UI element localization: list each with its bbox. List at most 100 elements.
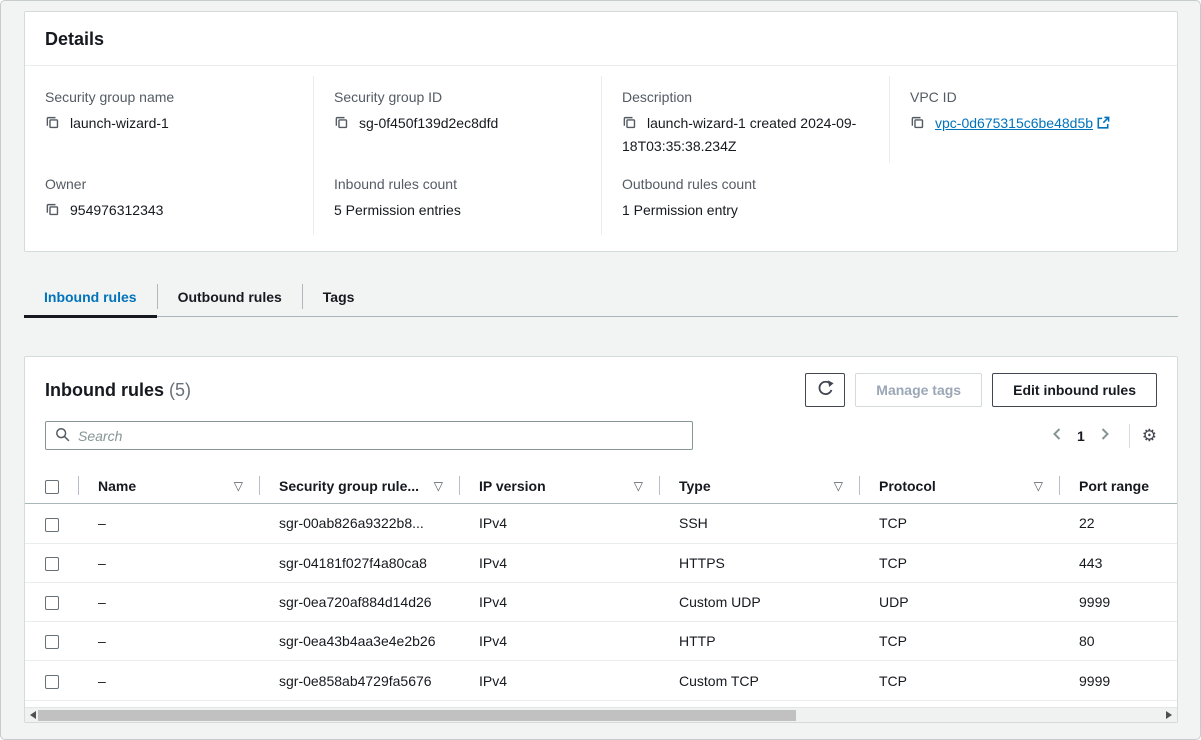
tab-bar: Inbound rules Outbound rules Tags <box>24 277 1178 317</box>
field-label: Security group name <box>45 89 289 105</box>
cell-port-range: 9999 <box>1059 582 1177 621</box>
inbound-rules-count-value: 5 Permission entries <box>334 200 577 221</box>
field-label: Outbound rules count <box>622 176 865 192</box>
details-body: Security group name launch-wizard-1 Secu… <box>25 66 1177 251</box>
external-link-icon[interactable] <box>1096 115 1110 136</box>
field-security-group-name: Security group name launch-wizard-1 <box>25 76 313 163</box>
cell-ip-version: IPv4 <box>459 622 659 661</box>
field-label: Description <box>622 89 865 105</box>
cell-ip-version: IPv4 <box>459 582 659 621</box>
cell-rule-id: sgr-00ab826a9322b8... <box>259 504 459 543</box>
details-row-1: Security group name launch-wizard-1 Secu… <box>25 76 1177 163</box>
search-icon <box>55 427 70 445</box>
refresh-button[interactable] <box>805 373 845 407</box>
table-header-row: Name▽ Security group rule...▽ IP version… <box>25 468 1177 504</box>
tab-tags[interactable]: Tags <box>303 277 375 316</box>
current-page-number[interactable]: 1 <box>1077 428 1085 444</box>
copy-icon[interactable] <box>910 115 925 136</box>
tab-inbound-rules[interactable]: Inbound rules <box>24 277 157 316</box>
field-owner: Owner 954976312343 <box>25 163 313 235</box>
refresh-icon <box>817 380 834 400</box>
panel-title: Inbound rules (5) <box>45 380 191 401</box>
filter-icon[interactable]: ▽ <box>234 480 243 492</box>
pagination-divider <box>1129 424 1130 448</box>
cell-port-range: 22 <box>1059 504 1177 543</box>
cell-name: – <box>78 504 259 543</box>
field-vpc-id: VPC ID vpc-0d675315c6be48d5b <box>889 76 1177 163</box>
description-value: launch-wizard-1 created 2024-09-18T03:35… <box>622 115 856 154</box>
cell-protocol: UDP <box>859 582 1059 621</box>
cell-port-range: 9999 <box>1059 661 1177 700</box>
copy-icon[interactable] <box>45 202 60 223</box>
cell-ip-version: IPv4 <box>459 543 659 582</box>
column-header-protocol: Protocol <box>879 478 936 494</box>
select-all-checkbox[interactable] <box>45 480 59 494</box>
next-page-button[interactable] <box>1093 423 1117 448</box>
tab-outbound-rules[interactable]: Outbound rules <box>158 277 302 316</box>
details-title: Details <box>25 12 1177 66</box>
cell-type: Custom UDP <box>659 582 859 621</box>
pagination: 1 ⚙ <box>1045 423 1157 448</box>
field-label: VPC ID <box>910 89 1153 105</box>
chevron-left-icon <box>1051 427 1063 444</box>
cell-rule-id: sgr-04181f027f4a80ca8 <box>259 543 459 582</box>
filter-icon[interactable]: ▽ <box>434 480 443 492</box>
manage-tags-button[interactable]: Manage tags <box>855 373 982 407</box>
cell-ip-version: IPv4 <box>459 661 659 700</box>
scroll-right-arrow-icon[interactable] <box>1162 708 1176 722</box>
row-checkbox[interactable] <box>45 635 59 649</box>
security-group-name-value: launch-wizard-1 <box>70 115 169 131</box>
cell-protocol: TCP <box>859 543 1059 582</box>
search-box[interactable] <box>45 421 693 450</box>
edit-inbound-rules-button[interactable]: Edit inbound rules <box>992 373 1157 407</box>
table-row: – sgr-0ea43b4aa3e4e2b26 IPv4 HTTP TCP 80 <box>25 622 1177 661</box>
search-input[interactable] <box>78 428 683 444</box>
cell-port-range: 80 <box>1059 622 1177 661</box>
scrollbar-thumb[interactable] <box>38 710 796 721</box>
rule-count-badge: (5) <box>169 380 191 400</box>
filter-icon[interactable]: ▽ <box>1034 480 1043 492</box>
owner-value: 954976312343 <box>70 202 163 218</box>
security-group-details-page: Details Security group name launch-wizar… <box>0 0 1201 740</box>
copy-icon[interactable] <box>334 115 349 136</box>
column-header-type: Type <box>679 478 711 494</box>
cell-ip-version: IPv4 <box>459 504 659 543</box>
cell-type: HTTP <box>659 622 859 661</box>
column-header-port-range: Port range <box>1079 478 1149 494</box>
outbound-rules-count-value: 1 Permission entry <box>622 200 865 221</box>
copy-icon[interactable] <box>622 115 637 136</box>
row-checkbox[interactable] <box>45 675 59 689</box>
vpc-id-link[interactable]: vpc-0d675315c6be48d5b <box>935 115 1093 131</box>
rules-table: Name▽ Security group rule...▽ IP version… <box>25 468 1177 701</box>
security-group-id-value: sg-0f450f139d2ec8dfd <box>359 115 498 131</box>
rules-table-wrap: Name▽ Security group rule...▽ IP version… <box>25 468 1177 701</box>
filter-icon[interactable]: ▽ <box>834 480 843 492</box>
row-checkbox[interactable] <box>45 596 59 610</box>
cell-rule-id: sgr-0e858ab4729fa5676 <box>259 661 459 700</box>
cell-name: – <box>78 582 259 621</box>
horizontal-scrollbar[interactable] <box>25 707 1177 722</box>
cell-type: HTTPS <box>659 543 859 582</box>
copy-icon[interactable] <box>45 115 60 136</box>
field-description: Description launch-wizard-1 created 2024… <box>601 76 889 163</box>
filter-icon[interactable]: ▽ <box>634 480 643 492</box>
row-checkbox[interactable] <box>45 557 59 571</box>
panel-header: Inbound rules (5) Manage tags Edit inbou… <box>25 357 1177 415</box>
row-checkbox[interactable] <box>45 518 59 532</box>
field-label: Security group ID <box>334 89 577 105</box>
column-header-rule-id: Security group rule... <box>279 478 419 494</box>
field-label: Owner <box>45 176 289 192</box>
gear-icon[interactable]: ⚙ <box>1142 427 1157 444</box>
cell-name: – <box>78 622 259 661</box>
table-row: – sgr-0e858ab4729fa5676 IPv4 Custom TCP … <box>25 661 1177 700</box>
panel-actions: Manage tags Edit inbound rules <box>805 373 1157 407</box>
field-outbound-rules-count: Outbound rules count 1 Permission entry <box>601 163 889 235</box>
field-inbound-rules-count: Inbound rules count 5 Permission entries <box>313 163 601 235</box>
previous-page-button[interactable] <box>1045 423 1069 448</box>
cell-protocol: TCP <box>859 622 1059 661</box>
details-card: Details Security group name launch-wizar… <box>24 11 1178 252</box>
cell-type: Custom TCP <box>659 661 859 700</box>
field-security-group-id: Security group ID sg-0f450f139d2ec8dfd <box>313 76 601 163</box>
details-row-2: Owner 954976312343 Inbound rules count 5… <box>25 163 1177 235</box>
cell-rule-id: sgr-0ea720af884d14d26 <box>259 582 459 621</box>
